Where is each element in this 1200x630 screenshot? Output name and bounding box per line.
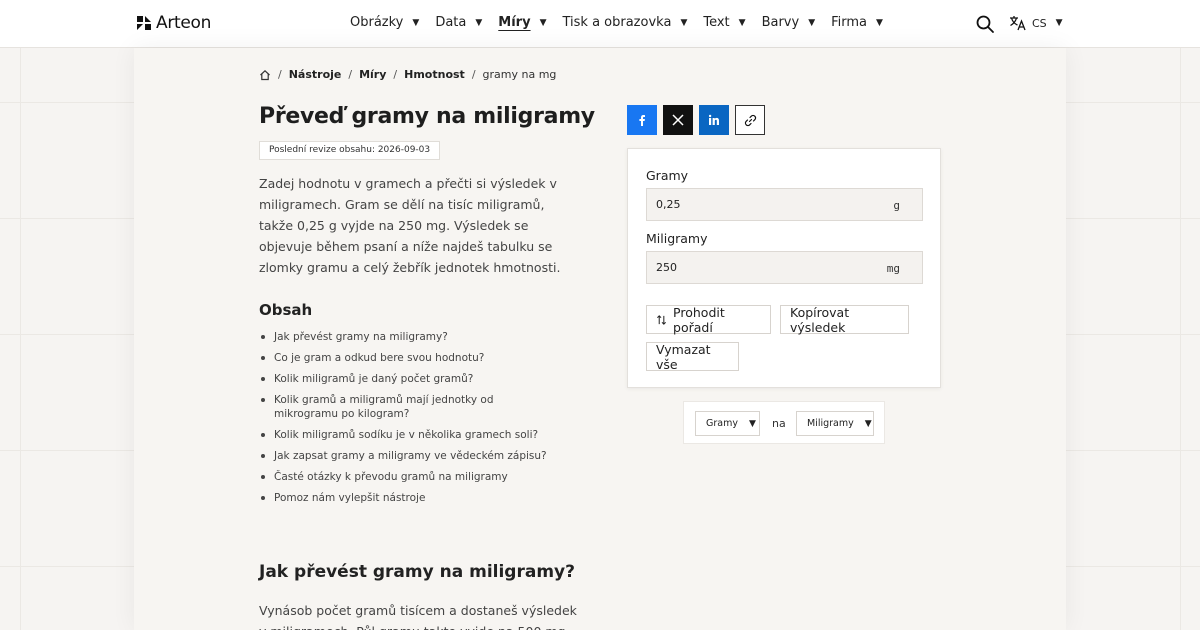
- caret-down-icon: ▼: [680, 17, 688, 28]
- caret-down-icon: ▼: [539, 17, 547, 28]
- toc-item[interactable]: Kolik miligramů je daný počet gramů?: [259, 372, 559, 386]
- caret-down-icon: ▼: [412, 17, 420, 28]
- breadcrumb-separator: /: [278, 68, 282, 81]
- breadcrumb-link-hmotnost[interactable]: Hmotnost: [404, 68, 465, 81]
- nav-item-tisk[interactable]: Tisk a obrazovka ▼: [562, 15, 687, 30]
- grams-value: 0,25: [656, 198, 681, 211]
- milligrams-label: Miligramy: [646, 231, 708, 246]
- toc-item[interactable]: Jak zapsat gramy a miligramy ve vědeckém…: [259, 449, 559, 463]
- content-card: / Nástroje / Míry / Hmotnost / gramy na …: [134, 48, 1066, 630]
- nav-label: Tisk a obrazovka: [562, 15, 672, 30]
- main-nav: Obrázky ▼ Data ▼ Míry ▼ Tisk a obrazovka…: [350, 15, 899, 30]
- milligrams-input[interactable]: 250 mg: [646, 251, 923, 284]
- to-unit-value: Miligramy: [807, 418, 854, 429]
- toc-item[interactable]: Jak převést gramy na miligramy?: [259, 330, 559, 344]
- breadcrumb-separator: /: [348, 68, 353, 81]
- share-buttons: [627, 105, 765, 135]
- revision-badge: Poslední revize obsahu: 2026-09-03: [259, 141, 441, 160]
- share-x-button[interactable]: [663, 105, 693, 135]
- site-header: Arteon Obrázky ▼ Data ▼ Míry ▼ Tisk a ob…: [0, 0, 1200, 48]
- language-switcher[interactable]: CS ▼: [1009, 15, 1063, 31]
- nav-item-miry[interactable]: Míry ▼: [498, 15, 546, 30]
- breadcrumb-separator: /: [471, 68, 476, 81]
- link-icon: [744, 114, 756, 126]
- grams-unit: g: [893, 199, 900, 212]
- nav-label: Míry: [498, 15, 531, 30]
- nav-label: Barvy: [761, 15, 800, 30]
- toc-item[interactable]: Kolik gramů a miligramů mají jednotky od…: [259, 393, 559, 421]
- nav-item-firma[interactable]: Firma ▼: [831, 15, 883, 30]
- table-of-contents: Jak převést gramy na miligramy? Co je gr…: [259, 330, 559, 512]
- x-icon: [672, 114, 684, 126]
- caret-down-icon: ▼: [876, 17, 883, 28]
- facebook-icon: [639, 115, 645, 126]
- unit-connector: na: [772, 417, 786, 430]
- search-button[interactable]: [975, 14, 995, 34]
- nav-label: Obrázky: [350, 15, 404, 30]
- nav-item-obrazky[interactable]: Obrázky ▼: [350, 15, 419, 30]
- translate-icon: [1010, 16, 1026, 31]
- converter-panel: Gramy 0,25 g Miligramy 250 mg Prohodit p…: [627, 148, 941, 388]
- home-icon[interactable]: [259, 69, 271, 81]
- caret-down-icon: ▼: [864, 418, 872, 429]
- page-title: Převeď gramy na miligramy: [259, 104, 595, 129]
- milligrams-value: 250: [656, 261, 677, 274]
- breadcrumb-link-nastroje[interactable]: Nástroje: [289, 68, 342, 81]
- share-linkedin-button[interactable]: [699, 105, 729, 135]
- caret-down-icon: ▼: [738, 17, 746, 28]
- caret-down-icon: ▼: [808, 17, 816, 28]
- toc-item[interactable]: Pomoz nám vylepšit nástroje: [259, 491, 559, 505]
- breadcrumb-link-miry[interactable]: Míry: [359, 68, 386, 81]
- from-unit-value: Gramy: [706, 418, 738, 429]
- caret-down-icon: ▼: [1055, 18, 1063, 28]
- nav-label: Data: [435, 15, 467, 30]
- clear-all-button[interactable]: Vymazat vše: [646, 341, 739, 372]
- copy-link-button[interactable]: [735, 105, 765, 135]
- nav-item-text[interactable]: Text ▼: [703, 15, 745, 30]
- toc-title: Obsah: [259, 301, 313, 319]
- grams-input[interactable]: 0,25 g: [646, 188, 923, 221]
- toc-item[interactable]: Co je gram a odkud bere svou hodnotu?: [259, 351, 559, 365]
- section-paragraph: Vynásob počet gramů tisícem a dostaneš v…: [259, 603, 577, 630]
- breadcrumb-current: gramy na mg: [482, 68, 557, 81]
- logo[interactable]: Arteon: [136, 13, 211, 33]
- unit-picker: Gramy ▼ na Miligramy ▼: [683, 401, 885, 444]
- copy-result-button[interactable]: Kopírovat výsledek: [780, 304, 909, 335]
- from-unit-select[interactable]: Gramy ▼: [695, 411, 760, 436]
- language-code: CS: [1032, 16, 1047, 30]
- toc-item[interactable]: Časté otázky k převodu gramů na miligram…: [259, 470, 559, 484]
- section-title: Jak převést gramy na miligramy?: [259, 562, 575, 582]
- swap-icon: [657, 314, 667, 325]
- brand-name: Arteon: [156, 13, 212, 33]
- toc-item[interactable]: Kolik miligramů sodíku je v několika gra…: [259, 428, 559, 442]
- nav-label: Firma: [831, 15, 868, 30]
- nav-item-barvy[interactable]: Barvy ▼: [762, 15, 816, 30]
- clear-all-label: Vymazat vše: [656, 341, 711, 372]
- breadcrumb: / Nástroje / Míry / Hmotnost / gramy na …: [259, 68, 556, 81]
- swap-button[interactable]: Prohodit pořadí: [646, 304, 771, 335]
- intro-paragraph: Zadej hodnotu v gramech a přečti si výsl…: [259, 176, 561, 275]
- caret-down-icon: ▼: [748, 418, 756, 429]
- milligrams-unit: mg: [886, 262, 900, 275]
- logo-icon: [136, 15, 152, 31]
- to-unit-select[interactable]: Miligramy ▼: [796, 411, 874, 436]
- grams-label: Gramy: [646, 168, 689, 183]
- share-facebook-button[interactable]: [627, 105, 657, 135]
- search-icon: [976, 15, 994, 33]
- linkedin-icon: [708, 114, 719, 125]
- nav-label: Text: [703, 15, 730, 30]
- swap-label: Prohodit pořadí: [673, 304, 725, 335]
- breadcrumb-separator: /: [393, 68, 398, 81]
- nav-item-data[interactable]: Data ▼: [435, 15, 482, 30]
- copy-result-label: Kopírovat výsledek: [790, 304, 850, 335]
- caret-down-icon: ▼: [475, 17, 483, 28]
